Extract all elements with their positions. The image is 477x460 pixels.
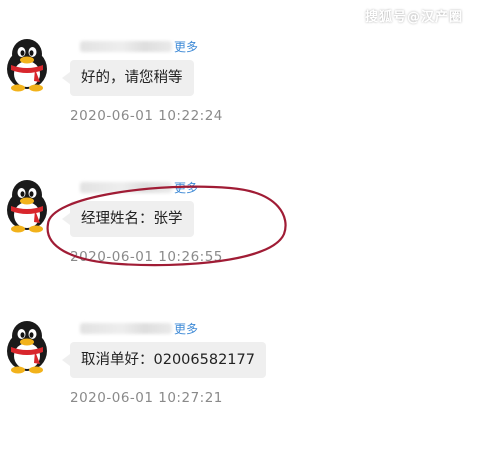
sender-row: 更多 bbox=[80, 38, 198, 54]
sender-name bbox=[80, 40, 172, 52]
highlight-ellipse bbox=[46, 185, 287, 267]
message-bubble: 好的，请您稍等 bbox=[62, 60, 194, 96]
more-link[interactable]: 更多 bbox=[174, 38, 198, 55]
sender-row: 更多 bbox=[80, 320, 198, 336]
message-timestamp: 2020-06-01 10:22:24 bbox=[70, 108, 223, 124]
watermark: 搜狐号@汉产圈 bbox=[364, 10, 463, 25]
more-link[interactable]: 更多 bbox=[174, 320, 198, 337]
chat-message: 更多 好的，请您稍等 2020-06-01 10:22:24 bbox=[0, 38, 477, 178]
avatar-icon[interactable] bbox=[2, 320, 52, 374]
chat-message: 更多 取消单好：02006582177 2020-06-01 10:27:21 bbox=[0, 320, 477, 460]
avatar-icon[interactable] bbox=[2, 38, 52, 92]
message-timestamp: 2020-06-01 10:27:21 bbox=[70, 390, 223, 406]
message-bubble: 取消单好：02006582177 bbox=[62, 342, 266, 378]
sender-name bbox=[80, 322, 172, 334]
